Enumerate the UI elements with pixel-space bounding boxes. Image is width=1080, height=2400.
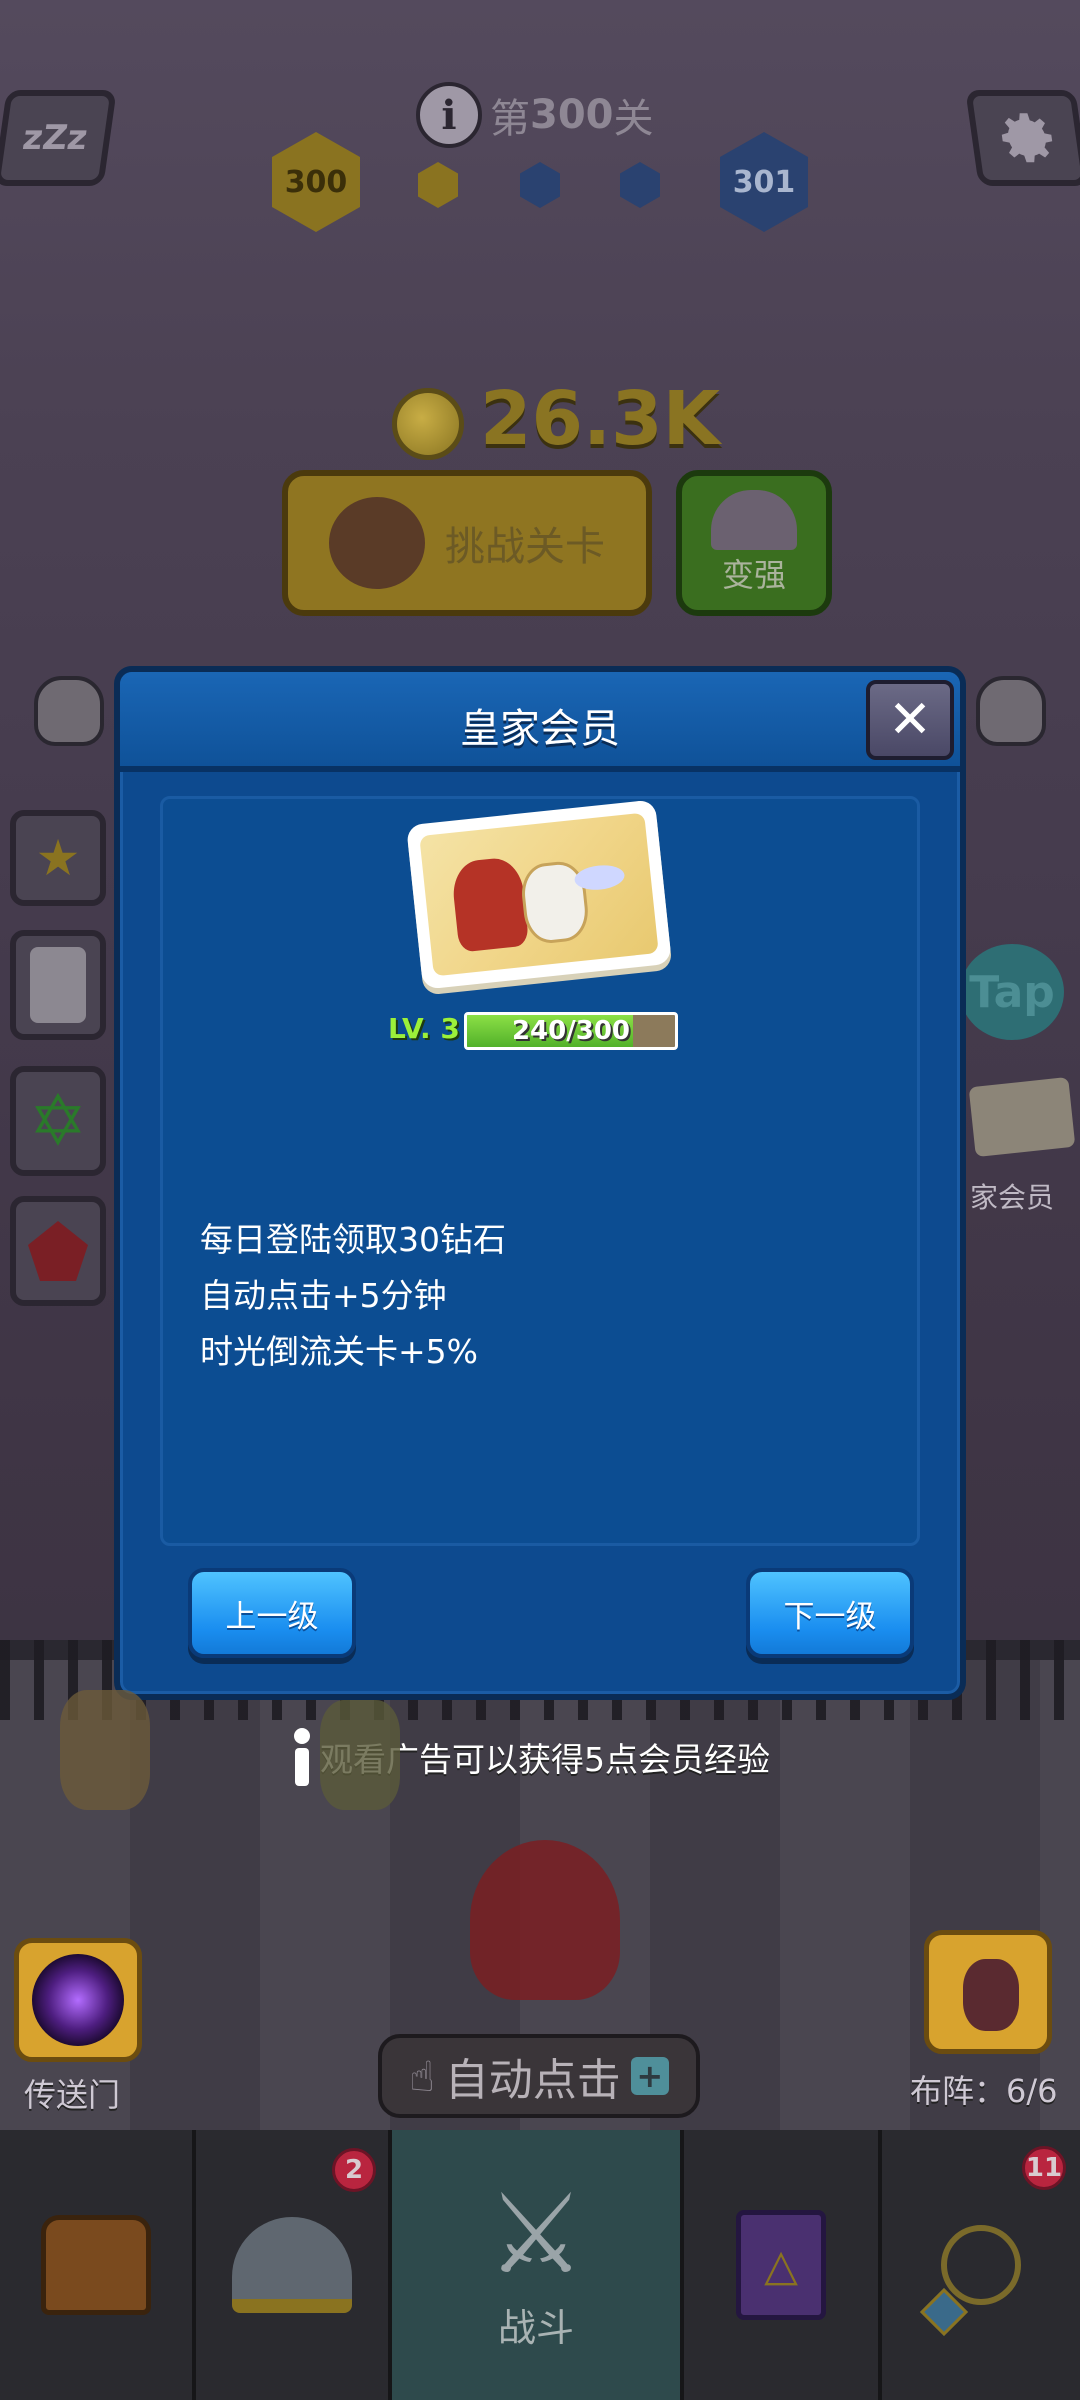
artifacts-badge: 11	[1022, 2146, 1066, 2190]
portal-button[interactable]	[14, 1938, 142, 2062]
tab-chest[interactable]	[0, 2130, 196, 2400]
heroes-badge: 2	[332, 2148, 376, 2192]
tab-artifacts[interactable]: 11	[882, 2130, 1080, 2400]
hero-sprite	[320, 1700, 400, 1810]
close-icon: ✕	[888, 690, 932, 750]
winged-helmet-icon	[232, 2217, 352, 2313]
membership-card-image	[406, 799, 672, 990]
spellbook-icon: △	[736, 2210, 826, 2320]
dialog-title: 皇家会员	[460, 706, 620, 752]
bottom-tab-bar: 2 ⚔ 战斗 △ 11	[0, 2130, 1080, 2400]
close-button[interactable]: ✕	[866, 680, 954, 760]
plus-icon: +	[630, 2057, 669, 2095]
membership-xp-text: 240/300	[511, 1016, 631, 1046]
amulet-necklace-icon	[919, 2225, 1021, 2337]
formation-hero-icon	[963, 1959, 1019, 2031]
royal-membership-dialog: 皇家会员 ✕ LV. 3 240/300 每日登陆领取30钻石 自动点击+5分钟…	[114, 666, 966, 1700]
dragon-hero-sprite	[470, 1840, 620, 2000]
formation-button[interactable]	[924, 1930, 1052, 2054]
auto-click-button[interactable]: ☝ 自动点击 +	[378, 2034, 700, 2118]
treasure-chest-icon	[41, 2215, 151, 2315]
benefit-item: 每日登陆领取30钻石	[200, 1220, 506, 1259]
portal-vortex-icon	[32, 1954, 124, 2046]
membership-level-label: LV. 3	[388, 1012, 460, 1045]
auto-click-label: 自动点击	[444, 2055, 621, 2106]
tap-hand-icon: ☝	[409, 2051, 435, 2101]
previous-level-button[interactable]: 上一级	[188, 1568, 356, 1658]
next-level-button[interactable]: 下一级	[746, 1568, 914, 1658]
tab-spellbook[interactable]: △	[684, 2130, 882, 2400]
benefits-list: 每日登陆领取30钻石 自动点击+5分钟 时光倒流关卡+5%	[200, 1212, 506, 1380]
benefit-item: 时光倒流关卡+5%	[200, 1332, 479, 1371]
tab-battle[interactable]: ⚔ 战斗	[392, 2130, 684, 2400]
dialog-header: 皇家会员	[120, 672, 960, 772]
formation-label: 布阵：6/6	[910, 2072, 1058, 2110]
tab-battle-label: 战斗	[497, 2305, 574, 2350]
benefit-item: 自动点击+5分钟	[200, 1276, 447, 1315]
portal-label: 传送门	[24, 2076, 121, 2114]
tab-heroes[interactable]: 2	[196, 2130, 392, 2400]
info-icon	[292, 1728, 312, 1786]
witch-character-icon	[450, 855, 530, 953]
hero-sprite	[60, 1690, 150, 1810]
membership-xp-bar: 240/300	[464, 1012, 678, 1050]
crossed-swords-icon: ⚔	[486, 2169, 586, 2298]
